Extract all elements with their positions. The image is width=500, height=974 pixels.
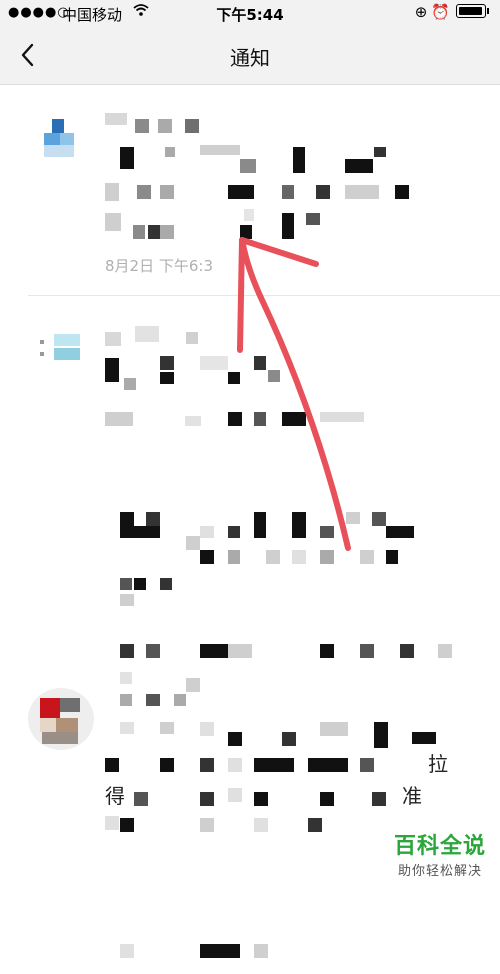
avatar (28, 688, 94, 750)
notification-item[interactable]: 拉 得 准 (0, 668, 500, 974)
nav-bar: 通知 (0, 28, 500, 85)
page-title: 通知 (230, 46, 270, 70)
notification-text-fragment: 得 (105, 784, 125, 808)
avatar (40, 330, 82, 376)
watermark: 百科全说 助你轻松解决 (394, 828, 486, 879)
notification-item[interactable] (0, 296, 500, 668)
watermark-title: 百科全说 (393, 834, 486, 859)
notification-timestamp: 8月2日 下午6:3 (105, 257, 213, 275)
notification-text-fragment: 拉 (428, 752, 448, 776)
avatar (40, 115, 82, 163)
watermark-subtitle: 助你轻松解决 (397, 864, 482, 879)
notification-item[interactable]: 8月2日 下午6:3 (0, 85, 500, 295)
alarm-icon: ⏰ (431, 3, 454, 21)
notification-text-fragment: 准 (402, 784, 422, 808)
status-bar: ●●●●○ 中国移动 下午5:44 ⊕⏰ (0, 0, 500, 28)
rotation-lock-icon: ⊕ (414, 3, 432, 21)
battery-icon (456, 4, 489, 18)
status-icons: ⊕⏰ (414, 3, 489, 21)
